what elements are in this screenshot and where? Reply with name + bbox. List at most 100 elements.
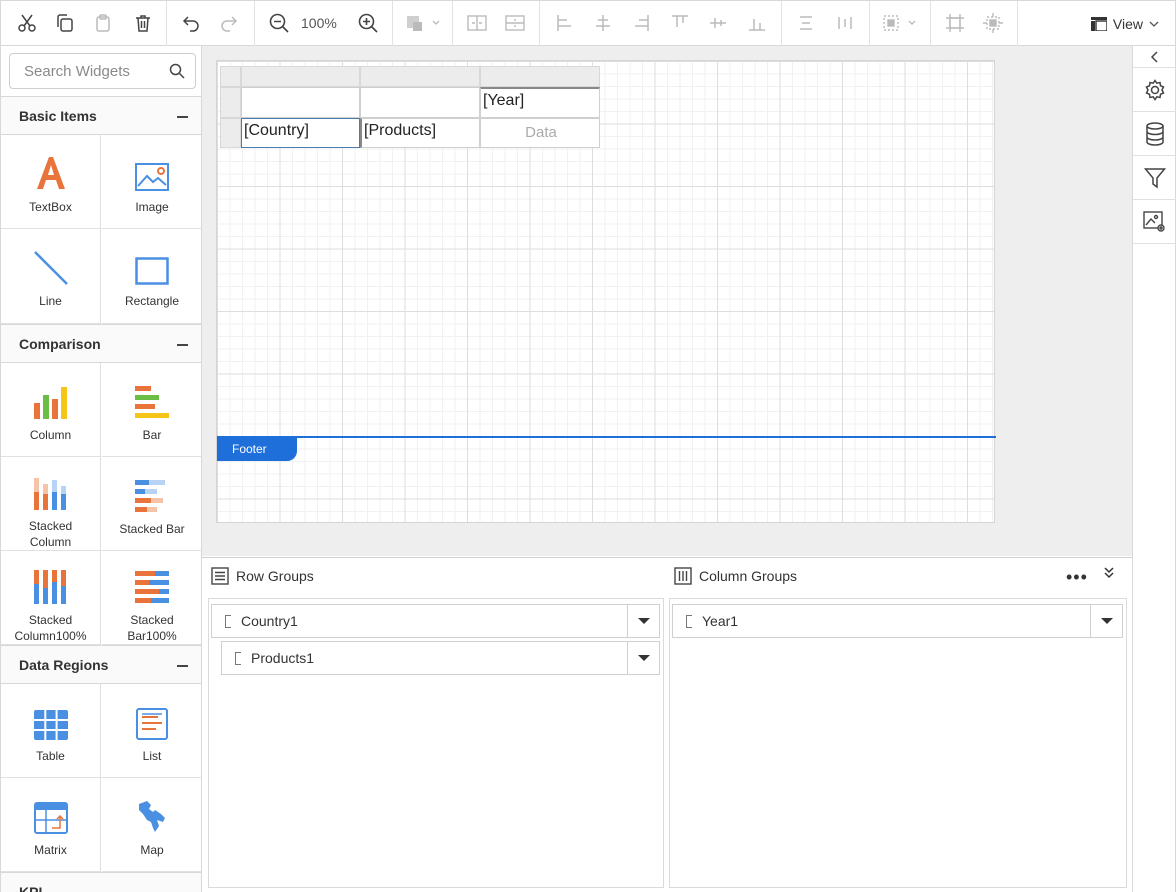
copy-icon[interactable] xyxy=(51,9,79,37)
design-canvas[interactable]: [Year] [Country] [Products] Data Footer xyxy=(202,46,1132,556)
align-right-icon[interactable] xyxy=(627,9,655,37)
align-bottom-icon[interactable] xyxy=(743,9,771,37)
widget-bar[interactable]: Bar xyxy=(102,363,201,457)
widget-column[interactable]: Column xyxy=(1,363,101,457)
collapse-icon[interactable] xyxy=(177,116,188,118)
more-options-icon[interactable]: ••• xyxy=(1066,567,1088,588)
matrix-corner-cell-2[interactable] xyxy=(360,87,480,118)
collapse-icon[interactable] xyxy=(177,665,188,667)
row-group-country[interactable]: Country1 xyxy=(211,604,660,638)
row-header-2[interactable] xyxy=(220,118,241,148)
column-header-2[interactable] xyxy=(360,66,480,87)
group-name: Country1 xyxy=(241,613,298,629)
column-groups-icon xyxy=(674,567,692,585)
widget-stacked-bar100[interactable]: Stacked Bar100% xyxy=(102,551,201,645)
chevron-down-icon xyxy=(637,655,650,661)
widget-rectangle[interactable]: Rectangle xyxy=(102,229,201,324)
zoom-out-icon[interactable] xyxy=(265,9,293,37)
row-header-1[interactable] xyxy=(220,87,241,118)
image-settings-icon xyxy=(1142,210,1165,232)
paste-icon[interactable] xyxy=(89,9,117,37)
view-button[interactable]: View xyxy=(1090,16,1159,32)
collapse-groups-button[interactable] xyxy=(1102,566,1116,583)
line-icon xyxy=(33,251,68,285)
section-comparison[interactable]: Comparison xyxy=(1,324,201,363)
footer-divider[interactable] xyxy=(217,436,996,438)
widget-textbox[interactable]: TextBox xyxy=(1,135,101,229)
section-data-regions[interactable]: Data Regions xyxy=(1,645,201,684)
align-center-icon[interactable] xyxy=(589,9,617,37)
distribute-vertical-icon[interactable] xyxy=(792,9,820,37)
data-cell[interactable]: Data xyxy=(480,118,600,148)
footer-label: Footer xyxy=(232,442,267,456)
size-icon[interactable] xyxy=(879,9,921,37)
cut-icon[interactable] xyxy=(13,9,41,37)
search-input[interactable]: Search Widgets xyxy=(9,53,196,89)
split-horizontal-icon[interactable] xyxy=(501,9,529,37)
column-group-year[interactable]: Year1 xyxy=(672,604,1123,638)
section-title: Comparison xyxy=(19,336,101,352)
zoom-in-icon[interactable] xyxy=(354,9,382,37)
products-cell[interactable]: [Products] xyxy=(360,118,480,148)
column-groups-title: Column Groups xyxy=(699,568,798,584)
widget-line[interactable]: Line xyxy=(1,229,101,324)
redo-icon[interactable] xyxy=(215,9,243,37)
widget-label: Bar xyxy=(142,428,162,442)
undo-icon[interactable] xyxy=(177,9,205,37)
collapse-icon[interactable] xyxy=(177,344,188,346)
split-vertical-icon[interactable] xyxy=(463,9,491,37)
group-dropdown-button[interactable] xyxy=(1090,605,1122,637)
year-cell[interactable]: [Year] xyxy=(480,87,600,118)
align-left-icon[interactable] xyxy=(551,9,579,37)
country-cell[interactable]: [Country] xyxy=(241,118,360,148)
widget-stacked-bar[interactable]: Stacked Bar xyxy=(102,457,201,551)
collapse-panel-button[interactable] xyxy=(1133,46,1176,68)
gear-icon xyxy=(1144,78,1165,101)
country-cell-text: [Country] xyxy=(244,122,309,139)
widget-label: Stacked Bar xyxy=(119,522,185,536)
row-group-products[interactable]: Products1 xyxy=(221,641,660,675)
group-dropdown-button[interactable] xyxy=(627,642,659,674)
properties-bar xyxy=(1132,46,1176,892)
widget-label: Rectangle xyxy=(124,294,180,308)
fit-to-page-icon[interactable] xyxy=(941,9,969,37)
image-manager-button[interactable] xyxy=(1133,200,1176,244)
section-basic-items[interactable]: Basic Items xyxy=(1,96,201,135)
widget-matrix[interactable]: Matrix xyxy=(1,778,101,872)
section-kpi[interactable]: KPI xyxy=(1,872,201,892)
data-cell-text: Data xyxy=(525,124,557,141)
align-top-icon[interactable] xyxy=(666,9,694,37)
footer-tag[interactable]: Footer xyxy=(217,438,297,461)
group-bracket-icon xyxy=(235,652,241,665)
widget-stacked-column[interactable]: Stacked Column xyxy=(1,457,101,551)
table-icon xyxy=(33,710,68,740)
section-title: Basic Items xyxy=(19,108,97,124)
widget-list[interactable]: List xyxy=(102,684,201,778)
data-button[interactable] xyxy=(1133,112,1176,156)
align-middle-icon[interactable] xyxy=(704,9,732,37)
chevron-down-icon xyxy=(637,618,650,624)
arrange-icon[interactable] xyxy=(403,9,443,37)
center-in-page-icon[interactable] xyxy=(979,9,1007,37)
row-groups-box: Country1 Products1 xyxy=(208,598,664,888)
section-title: KPI xyxy=(19,884,43,892)
matrix-corner-handle[interactable] xyxy=(220,66,241,87)
bar-chart-icon xyxy=(135,386,169,418)
column-groups-box: Year1 xyxy=(669,598,1127,888)
widget-image[interactable]: Image xyxy=(102,135,201,229)
widget-map[interactable]: Map xyxy=(102,778,201,872)
properties-button[interactable] xyxy=(1133,68,1176,112)
view-label: View xyxy=(1112,16,1143,32)
report-page[interactable]: [Year] [Country] [Products] Data Footer xyxy=(216,60,996,523)
column-header-3[interactable] xyxy=(480,66,600,87)
delete-icon[interactable] xyxy=(129,9,157,37)
matrix-corner-cell[interactable] xyxy=(241,87,360,118)
textbox-icon xyxy=(36,157,65,189)
column-groups-header: Column Groups xyxy=(674,567,797,585)
widget-stacked-column100[interactable]: Stacked Column100% xyxy=(1,551,101,645)
column-header-1[interactable] xyxy=(241,66,360,87)
group-dropdown-button[interactable] xyxy=(627,605,659,637)
distribute-horizontal-icon[interactable] xyxy=(831,9,859,37)
widget-table[interactable]: Table xyxy=(1,684,101,778)
filter-button[interactable] xyxy=(1133,156,1176,200)
